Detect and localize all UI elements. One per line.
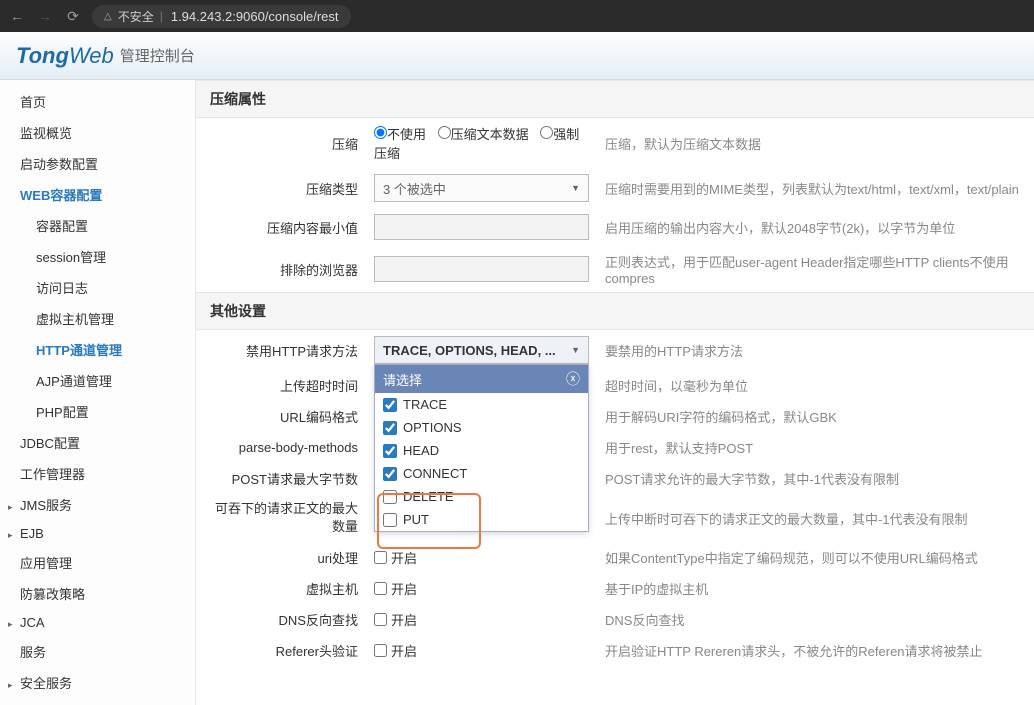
chevron-down-icon: ▼ — [571, 345, 580, 355]
section-compress: 压缩属性 — [196, 80, 1034, 118]
input-min-size[interactable] — [374, 214, 589, 240]
dropdown-option[interactable]: OPTIONS — [375, 416, 588, 439]
desc-vhost: 基于IP的虚拟主机 — [597, 573, 1034, 604]
sidebar-item[interactable]: JMS服务 — [0, 489, 195, 520]
sidebar-item[interactable]: 启动参数配置 — [0, 148, 195, 179]
desc-url-encoding: 用于解码URI字符的编码格式，默认GBK — [597, 401, 1034, 432]
select-disable-methods[interactable]: TRACE, OPTIONS, HEAD, ...▼ — [374, 336, 589, 364]
option-checkbox[interactable] — [383, 513, 397, 527]
dropdown-option[interactable]: PUT — [375, 508, 588, 531]
desc-uri: 如果ContentType中指定了编码规范，则可以不使用URL编码格式 — [597, 542, 1034, 573]
dropdown-methods: 请选择 ⓧ TRACEOPTIONSHEADCONNECTDELETEPUT — [374, 364, 589, 532]
dropdown-option[interactable]: TRACE — [375, 393, 588, 416]
sidebar-item[interactable]: session管理 — [0, 241, 195, 272]
lbl-vhost: 虚拟主机 — [196, 573, 366, 604]
section-other: 其他设置 — [196, 292, 1034, 330]
sidebar-item[interactable]: AJP通道管理 — [0, 365, 195, 396]
desc-parse-body: 用于rest，默认支持POST — [597, 432, 1034, 463]
radio-none[interactable] — [374, 126, 387, 139]
logo-part2: Web — [69, 43, 114, 69]
logo-part1: Tong — [16, 43, 69, 69]
sidebar-item[interactable]: WEB容器配置 — [0, 179, 195, 210]
chevron-down-icon: ▼ — [571, 183, 580, 193]
desc-dns: DNS反向查找 — [597, 604, 1034, 635]
radio-force[interactable] — [540, 126, 553, 139]
desc-min-size: 启用压缩的输出内容大小，默认2048字节(2k)，以字节为单位 — [597, 208, 1034, 246]
content: 压缩属性 压缩 不使用 压缩文本数据 强制压缩 压缩，默认为压缩文本数据 压缩类… — [196, 80, 1034, 705]
lbl-parse-body: parse-body-methods — [196, 432, 366, 463]
close-icon[interactable]: ⓧ — [566, 369, 580, 389]
dropdown-option[interactable]: CONNECT — [375, 462, 588, 485]
sidebar-item[interactable]: 访问日志 — [0, 272, 195, 303]
lbl-exclude-browser: 排除的浏览器 — [196, 246, 366, 292]
desc-compress-type: 压缩时需要用到的MIME类型，列表默认为text/html，text/xml，t… — [597, 168, 1034, 208]
sidebar-item[interactable]: JDBC配置 — [0, 427, 195, 458]
sidebar-item[interactable]: JCA — [0, 609, 195, 636]
lbl-compress: 压缩 — [196, 118, 366, 168]
radio-compress[interactable]: 不使用 压缩文本数据 强制压缩 — [374, 127, 579, 161]
radio-text[interactable] — [438, 126, 451, 139]
option-checkbox[interactable] — [383, 467, 397, 481]
option-checkbox[interactable] — [383, 398, 397, 412]
browser-bar: ← → ⟳ △ 不安全 | 1.94.243.2:9060/console/re… — [0, 0, 1034, 32]
option-checkbox[interactable] — [383, 490, 397, 504]
lbl-compress-type: 压缩类型 — [196, 168, 366, 208]
chk-dns[interactable] — [374, 613, 387, 626]
dropdown-option[interactable]: DELETE — [375, 485, 588, 508]
option-checkbox[interactable] — [383, 444, 397, 458]
desc-post-max: POST请求允许的最大字节数，其中-1代表没有限制 — [597, 463, 1034, 494]
desc-upload-timeout: 超时时间，以毫秒为单位 — [597, 370, 1034, 401]
sidebar-item[interactable]: 容器配置 — [0, 210, 195, 241]
lbl-swallow1: 可吞下的请求正文的最大 — [215, 501, 358, 516]
lbl-min-size: 压缩内容最小值 — [196, 208, 366, 246]
sidebar-item[interactable]: HTTP通道管理 — [0, 334, 195, 365]
desc-swallow: 上传中断时可吞下的请求正文的最大数量，其中-1代表没有限制 — [597, 494, 1034, 542]
forward-button[interactable]: → — [36, 8, 54, 24]
desc-referer: 开启验证HTTP Rereren请求头，不被允许的Referen请求将被禁止 — [597, 635, 1034, 666]
sidebar-item[interactable]: 安全服务 — [0, 667, 195, 698]
chk-uri[interactable] — [374, 551, 387, 564]
sidebar-item[interactable]: 虚拟主机管理 — [0, 303, 195, 334]
chk-vhost[interactable] — [374, 582, 387, 595]
sidebar-item[interactable]: 应用管理 — [0, 547, 195, 578]
sidebar: 首页监视概览启动参数配置WEB容器配置容器配置session管理访问日志虚拟主机… — [0, 80, 196, 705]
insecure-label: 不安全 — [118, 8, 154, 25]
address-bar[interactable]: △ 不安全 | 1.94.243.2:9060/console/rest — [92, 5, 351, 28]
sidebar-item[interactable]: PHP配置 — [0, 396, 195, 427]
lbl-url-encoding: URL编码格式 — [196, 401, 366, 432]
back-button[interactable]: ← — [8, 8, 26, 24]
sidebar-item[interactable]: 服务 — [0, 636, 195, 667]
lbl-uri: uri处理 — [196, 542, 366, 573]
lbl-referer: Referer头验证 — [196, 635, 366, 666]
desc-compress: 压缩，默认为压缩文本数据 — [597, 118, 1034, 168]
desc-exclude-browser: 正则表达式，用于匹配user-agent Header指定哪些HTTP clie… — [597, 246, 1034, 292]
sidebar-item[interactable]: 监视概览 — [0, 117, 195, 148]
option-checkbox[interactable] — [383, 421, 397, 435]
lbl-disable-methods: 禁用HTTP请求方法 — [196, 330, 366, 370]
select-compress-type[interactable]: 3 个被选中▼ — [374, 174, 589, 202]
lbl-dns: DNS反向查找 — [196, 604, 366, 635]
dropdown-option[interactable]: HEAD — [375, 439, 588, 462]
lbl-upload-timeout: 上传超时时间 — [196, 370, 366, 401]
chk-referer[interactable] — [374, 644, 387, 657]
insecure-icon: △ — [104, 11, 112, 22]
sidebar-item[interactable]: 工作管理器 — [0, 458, 195, 489]
desc-disable-methods: 要禁用的HTTP请求方法 — [597, 330, 1034, 370]
logo-subtitle: 管理控制台 — [120, 45, 195, 66]
reload-button[interactable]: ⟳ — [64, 8, 82, 25]
url-text: 1.94.243.2:9060/console/rest — [171, 9, 339, 24]
lbl-post-max: POST请求最大字节数 — [196, 463, 366, 494]
input-exclude-browser[interactable] — [374, 256, 589, 282]
dropdown-title: 请选择 — [383, 370, 422, 389]
lbl-swallow2: 数量 — [332, 519, 358, 534]
app-header: TongWeb 管理控制台 — [0, 32, 1034, 80]
sidebar-item[interactable]: 首页 — [0, 86, 195, 117]
sidebar-item[interactable]: EJB — [0, 520, 195, 547]
sidebar-item[interactable]: 防篡改策略 — [0, 578, 195, 609]
